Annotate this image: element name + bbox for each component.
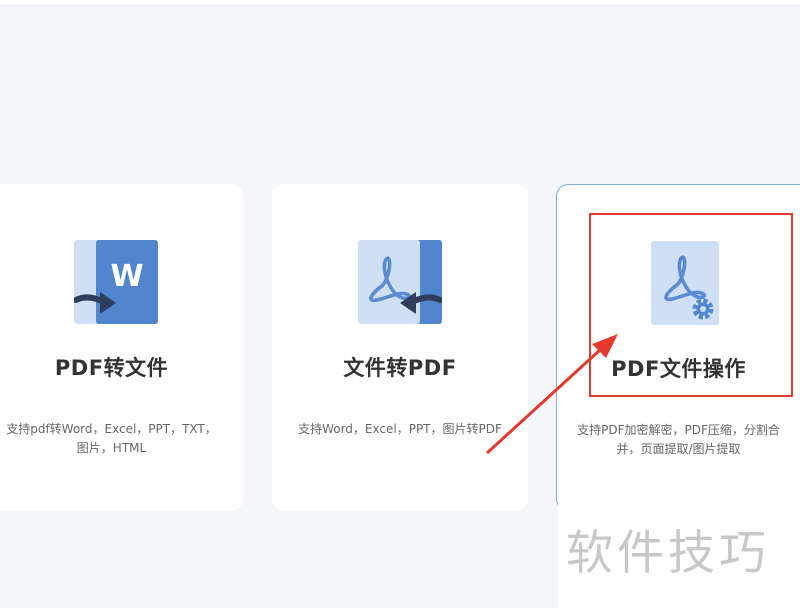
pdf-to-word-icon: W bbox=[74, 240, 158, 324]
card-pdf-to-file[interactable]: W PDF转文件 支持pdf转Word，Excel，PPT，TXT， 图片，HT… bbox=[0, 184, 243, 511]
card-description: 支持Word，Excel，PPT，图片转PDF bbox=[286, 420, 514, 439]
watermark-text: 软件技巧 bbox=[566, 526, 770, 581]
card-description-line: 并，页面提取/图片提取 bbox=[616, 442, 741, 456]
card-description: 支持PDF加密解密，PDF压缩，分割合 并，页面提取/图片提取 bbox=[571, 421, 786, 459]
card-description-line: 支持PDF加密解密，PDF压缩，分割合 bbox=[577, 423, 780, 437]
card-description-line: 支持pdf转Word，Excel，PPT，TXT， bbox=[6, 422, 217, 436]
card-description-line: 支持Word，Excel，PPT，图片转PDF bbox=[298, 422, 502, 436]
card-pdf-operations[interactable]: PDF文件操作 支持PDF加密解密，PDF压缩，分割合 并，页面提取/图片提取 bbox=[556, 184, 800, 511]
card-title: PDF转文件 bbox=[54, 356, 169, 380]
top-bar bbox=[0, 0, 800, 6]
card-description-line: 图片，HTML bbox=[76, 441, 147, 455]
card-title: 文件转PDF bbox=[343, 356, 457, 380]
card-description: 支持pdf转Word，Excel，PPT，TXT， 图片，HTML bbox=[0, 420, 229, 458]
file-to-pdf-icon bbox=[358, 240, 442, 324]
svg-text:W: W bbox=[110, 259, 143, 294]
card-file-to-pdf[interactable]: 文件转PDF 支持Word，Excel，PPT，图片转PDF bbox=[272, 184, 528, 511]
card-title: PDF文件操作 bbox=[611, 357, 746, 381]
pdf-settings-icon bbox=[651, 241, 719, 325]
